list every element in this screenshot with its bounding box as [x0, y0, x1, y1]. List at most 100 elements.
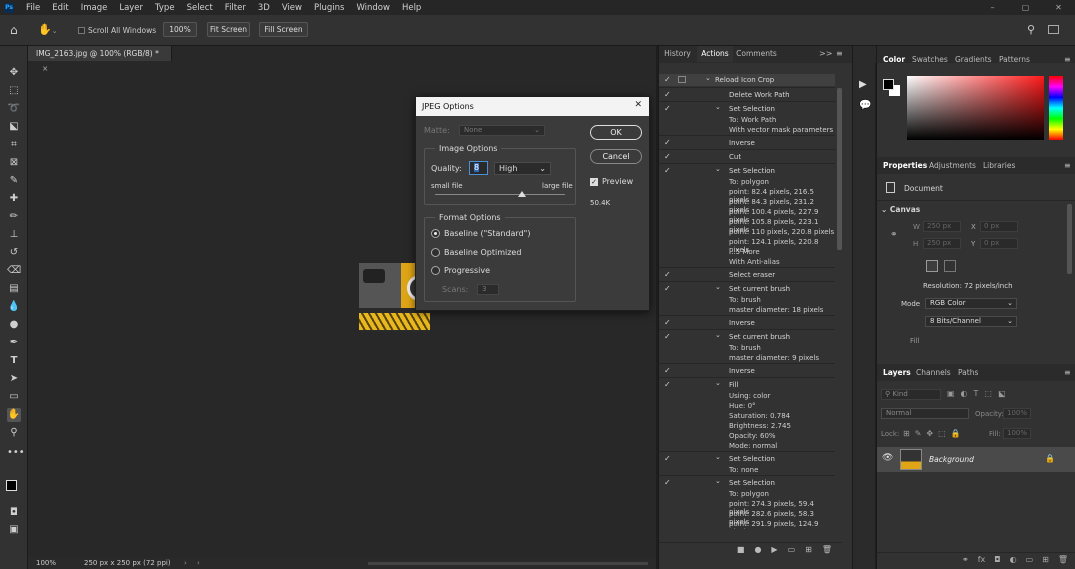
brush-tool-icon[interactable]: ✏	[7, 210, 21, 224]
menu-plugins[interactable]: Plugins	[308, 3, 350, 13]
stop-icon[interactable]: ■	[737, 543, 745, 556]
delete-icon[interactable]: 🗑	[822, 543, 832, 556]
scroll-left-icon[interactable]: ‹	[197, 558, 200, 569]
preview-checkbox[interactable]: ✓	[590, 178, 598, 186]
fill-opacity-field[interactable]: 100%	[1003, 428, 1031, 439]
color-picker-field[interactable]	[907, 76, 1044, 140]
blur-tool-icon[interactable]: 💧	[7, 300, 21, 314]
home-icon[interactable]: ⌂	[10, 23, 24, 37]
actions-scrollbar[interactable]	[837, 88, 842, 250]
mode-select[interactable]: RGB Color ⌄	[925, 298, 1017, 309]
checkmark-icon[interactable]: ✓	[664, 152, 671, 161]
tab-history[interactable]: History	[659, 46, 696, 62]
checkmark-icon[interactable]: ✓	[664, 166, 671, 175]
mask-icon[interactable]: ◘	[994, 553, 1000, 566]
maximize-button[interactable]: ▢	[1009, 0, 1042, 15]
panel-expand-icon[interactable]: >>	[819, 49, 832, 58]
bits-select[interactable]: 8 Bits/Channel ⌄	[925, 316, 1017, 327]
quality-input[interactable]: 8	[469, 161, 488, 175]
menu-help[interactable]: Help	[396, 3, 427, 13]
ok-button[interactable]: OK	[590, 125, 642, 140]
blend-mode-select[interactable]: Normal	[881, 408, 969, 419]
status-arrow-icon[interactable]: ›	[184, 558, 187, 569]
tab-layers[interactable]: Layers	[883, 368, 911, 377]
action-row[interactable]: ✓ ⌄ Fill Using: color Hue: 0° Saturation: 0.7…	[659, 377, 835, 451]
properties-menu-icon[interactable]: ≡	[1064, 161, 1071, 170]
tab-color[interactable]: Color	[883, 55, 905, 64]
group-icon[interactable]: ▭	[1026, 553, 1034, 566]
new-layer-icon[interactable]: ⊞	[1042, 553, 1049, 566]
layer-filter-icons[interactable]: ▣◐T⬚⬕	[947, 389, 1012, 398]
menu-layer[interactable]: Layer	[113, 3, 149, 13]
y-field[interactable]: 0 px	[980, 238, 1018, 249]
action-row[interactable]: ✓ ⌄ Set Selection To: none	[659, 451, 835, 475]
menu-edit[interactable]: Edit	[46, 3, 74, 13]
dodge-tool-icon[interactable]: ●	[7, 318, 21, 332]
layers-menu-icon[interactable]: ≡	[1064, 368, 1071, 377]
path-select-tool-icon[interactable]: ➤	[7, 372, 21, 386]
format-baseline-standard-radio[interactable]	[431, 229, 440, 238]
status-zoom[interactable]: 100%	[36, 558, 56, 569]
marquee-tool-icon[interactable]: ⬚	[7, 84, 21, 98]
checkmark-icon[interactable]: ✓	[664, 478, 671, 487]
width-field[interactable]: 250 px	[923, 221, 961, 232]
menu-window[interactable]: Window	[350, 3, 396, 13]
tab-paths[interactable]: Paths	[958, 368, 978, 377]
fx-icon[interactable]: fx	[978, 553, 986, 566]
opacity-field[interactable]: 100%	[1003, 408, 1031, 419]
fit-screen-button[interactable]: Fit Screen	[207, 22, 250, 37]
action-row[interactable]: ✓ Inverse	[659, 363, 835, 377]
menu-view[interactable]: View	[276, 3, 308, 13]
object-select-tool-icon[interactable]: ⬕	[7, 120, 21, 134]
menu-select[interactable]: Select	[181, 3, 219, 13]
expand-arrow-icon[interactable]: ⌄	[715, 379, 721, 387]
color-panel-menu-icon[interactable]: ≡	[1064, 55, 1071, 64]
link-layers-icon[interactable]: ⚭	[962, 553, 969, 566]
screen-mode-icon[interactable]: ▣	[7, 523, 21, 537]
tab-libraries[interactable]: Libraries	[983, 161, 1015, 170]
action-row[interactable]: ✓ Delete Work Path	[659, 87, 835, 101]
new-action-icon[interactable]: ⊞	[805, 543, 812, 556]
fill-screen-button[interactable]: Fill Screen	[259, 22, 308, 37]
action-row[interactable]: ✓ ⌄ Set current brush To: brush master diame…	[659, 329, 835, 363]
checkmark-icon[interactable]: ✓	[664, 75, 671, 84]
pen-tool-icon[interactable]: ✒	[7, 336, 21, 350]
portrait-orientation-icon[interactable]	[926, 260, 938, 272]
format-baseline-optimized-label[interactable]: Baseline Optimized	[444, 248, 521, 257]
quality-slider-track[interactable]	[435, 194, 565, 195]
dialog-close-icon[interactable]: ✕	[634, 100, 642, 110]
expand-arrow-icon[interactable]: ⌄	[715, 477, 721, 485]
minimize-button[interactable]: –	[976, 0, 1009, 15]
close-window-button[interactable]: ✕	[1042, 0, 1075, 15]
lasso-tool-icon[interactable]: ➰	[7, 102, 21, 116]
layer-kind-filter[interactable]: ⚲ Kind	[881, 389, 941, 400]
link-icon[interactable]: ⚭	[890, 230, 898, 240]
checkmark-icon[interactable]: ✓	[664, 454, 671, 463]
adjustment-icon[interactable]: ◐	[1010, 553, 1017, 566]
comments-icon[interactable]: 💬	[859, 100, 871, 111]
history-brush-tool-icon[interactable]: ↺	[7, 246, 21, 260]
close-document-icon[interactable]: ×	[42, 64, 48, 73]
quality-slider-thumb[interactable]	[517, 191, 526, 197]
menu-3d[interactable]: 3D	[252, 3, 276, 13]
expand-arrow-icon[interactable]: ⌄	[715, 165, 721, 173]
scans-select[interactable]: 3	[477, 284, 499, 295]
layer-name[interactable]: Background	[929, 455, 974, 464]
tab-properties[interactable]: Properties	[883, 161, 927, 170]
checkmark-icon[interactable]: ✓	[664, 270, 671, 279]
clone-stamp-tool-icon[interactable]: ⊥	[7, 228, 21, 242]
menu-image[interactable]: Image	[75, 3, 114, 13]
format-progressive-radio[interactable]	[431, 266, 440, 275]
type-tool-icon[interactable]: T	[7, 354, 21, 368]
actions-play-icon[interactable]: ▶	[859, 79, 867, 90]
move-tool-icon[interactable]: ✥	[7, 66, 21, 80]
expand-arrow-icon[interactable]: ⌄	[705, 74, 711, 82]
crop-tool-icon[interactable]: ⌗	[7, 138, 21, 152]
expand-arrow-icon[interactable]: ⌄	[715, 103, 721, 111]
new-set-icon[interactable]: ▭	[788, 543, 796, 556]
action-row[interactable]: ✓ ⌄ Set Selection To: Work Path With vector …	[659, 101, 835, 135]
eraser-tool-icon[interactable]: ⌫	[7, 264, 21, 278]
eyedropper-tool-icon[interactable]: ✎	[7, 174, 21, 188]
action-row[interactable]: ✓ ⌄ Set Selection To: polygon point: 82.4 pi…	[659, 163, 835, 267]
action-row[interactable]: ✓ Cut	[659, 149, 835, 163]
